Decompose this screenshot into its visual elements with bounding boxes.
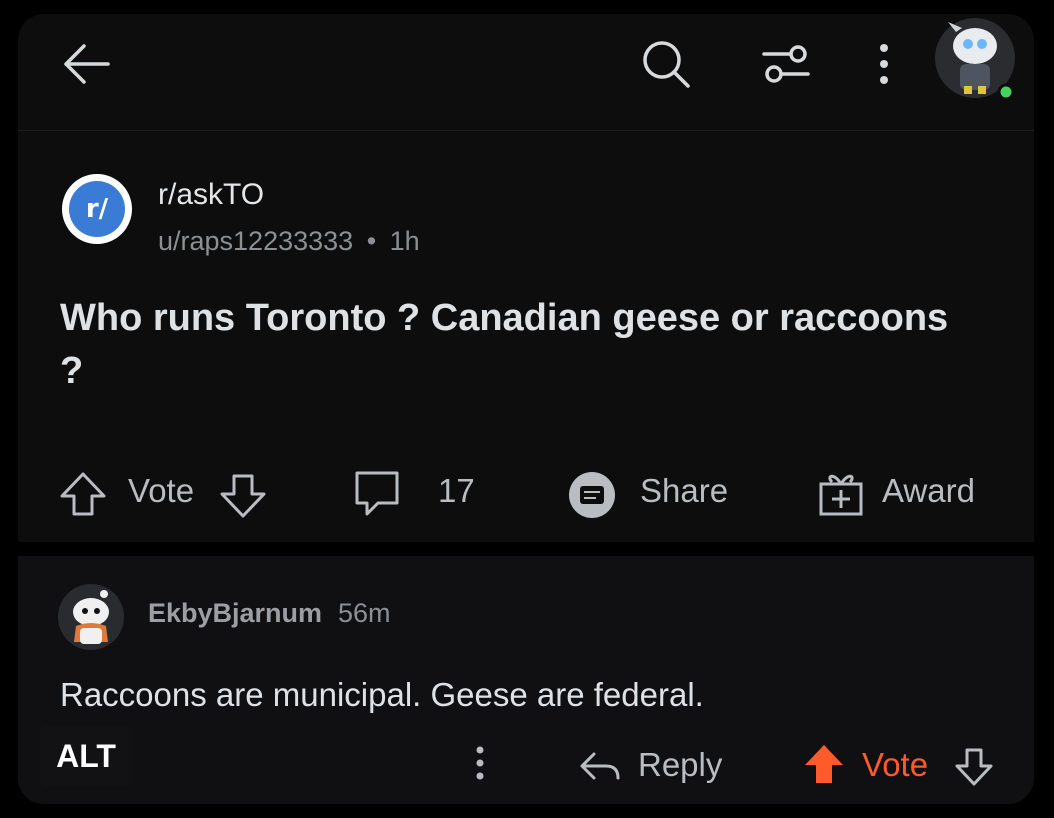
share-label[interactable]: Share [640,472,728,510]
back-arrow-icon[interactable] [60,40,112,88]
upvote-filled-icon[interactable] [802,742,846,786]
comment-author[interactable]: EkbyBjarnum [148,598,322,629]
post-vote-label: Vote [128,472,195,509]
meta-separator: • [366,226,377,256]
alt-text-badge[interactable]: ALT [40,726,132,786]
post-meta: u/raps12233333 • 1h [158,226,420,257]
user-avatar-icon[interactable] [934,18,1020,104]
subreddit-name[interactable]: r/askTO [158,178,264,212]
commenter-avatar[interactable] [58,584,124,650]
top-app-bar [18,14,1034,130]
award-label[interactable]: Award [882,472,975,510]
award-gift-icon[interactable] [816,466,866,518]
comments-count[interactable]: 17 [438,472,475,510]
comment-downvote-icon[interactable] [954,746,994,788]
share-icon[interactable] [566,470,618,520]
app-frame: r/ r/askTO u/raps12233333 • 1h Who runs … [18,14,1034,804]
comment: EkbyBjarnum 56m Raccoons are municipal. … [18,556,1034,804]
comment-body: Raccoons are municipal. Geese are federa… [60,676,704,713]
post-title[interactable]: Who runs Toronto ? Canadian geese or rac… [60,292,960,398]
sliders-icon[interactable] [760,44,812,84]
post-actions-bar: Vote 17 Share Award [18,464,1034,520]
vertical-dots-icon[interactable] [874,42,894,86]
comment-vote-label: Vote [862,746,929,783]
snoo-avatar-icon [73,590,109,644]
search-icon[interactable] [640,38,692,90]
section-divider [18,542,1034,556]
post-author[interactable]: u/raps12233333 [158,226,353,256]
reply-arrow-icon[interactable] [578,748,622,784]
reply-label[interactable]: Reply [638,746,722,784]
topbar-divider [18,130,1034,131]
subreddit-icon: r/ [69,181,125,237]
upvote-arrow-icon[interactable] [58,470,108,518]
comment-bubble-icon[interactable] [352,468,402,518]
comment-age: 56m [338,598,391,628]
subreddit-avatar[interactable]: r/ [62,174,132,244]
post-age: 1h [389,226,420,256]
downvote-arrow-icon[interactable] [218,472,268,520]
comment-more-icon[interactable] [470,744,490,784]
